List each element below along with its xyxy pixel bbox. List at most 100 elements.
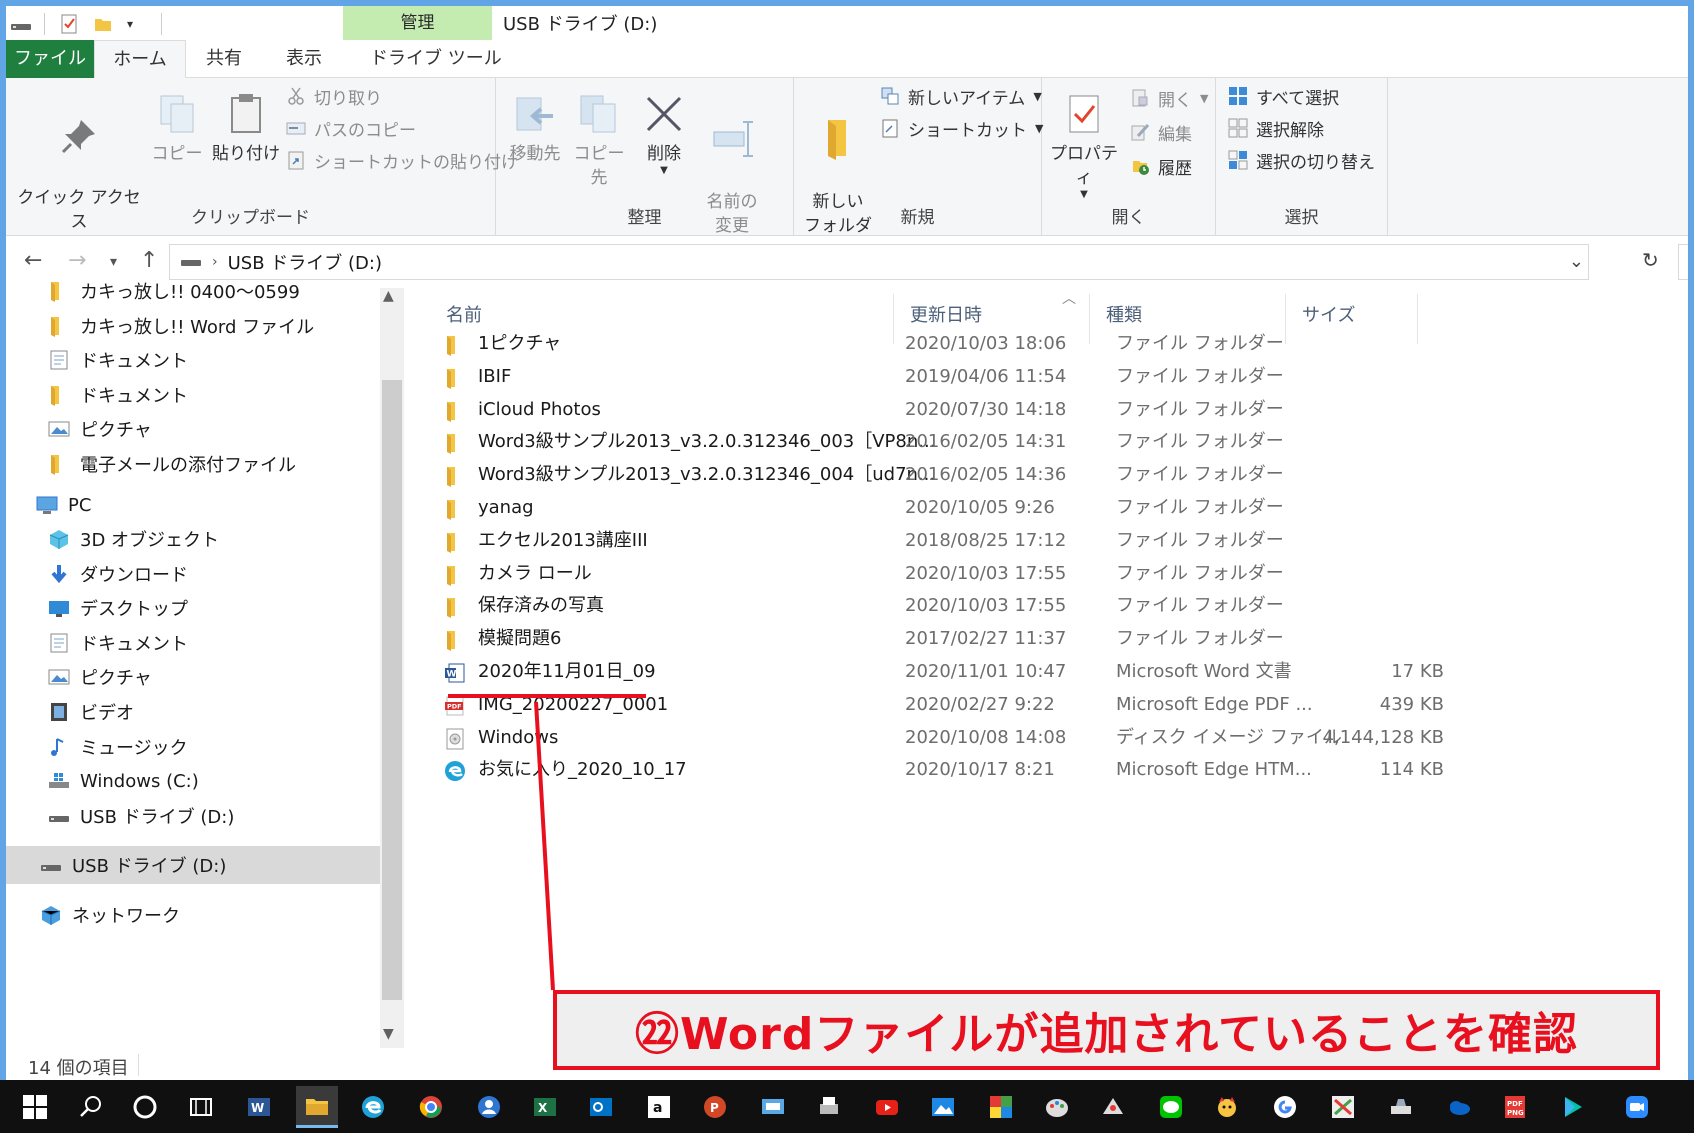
select-none-button[interactable]: 選択解除	[1228, 114, 1324, 142]
line-icon[interactable]	[1150, 1086, 1192, 1128]
file-name[interactable]: IBIF	[478, 361, 511, 393]
file-name[interactable]: 1ピクチャ	[478, 328, 561, 360]
drive-icon[interactable]	[10, 14, 31, 34]
file-name[interactable]: 保存済みの写真	[478, 590, 604, 622]
word-app-icon[interactable]: W	[238, 1086, 280, 1128]
file-name[interactable]: iCloud Photos	[478, 394, 601, 426]
search-box[interactable]	[1678, 244, 1688, 280]
people-icon[interactable]	[468, 1086, 510, 1128]
file-name[interactable]: Windows	[478, 722, 558, 754]
recent-locations-chevron-icon[interactable]: ▾	[110, 254, 117, 270]
snipping-icon[interactable]	[1092, 1086, 1134, 1128]
file-row[interactable]: Word3級サンプル2013_v3.2.0.312346_003［VP8n...…	[404, 426, 1444, 458]
address-field[interactable]: › USB ドライブ (D:) ⌄	[169, 244, 1589, 280]
tab-drive-tools[interactable]: ドライブ ツール	[356, 40, 516, 78]
invert-selection-button[interactable]: 選択の切り替え	[1228, 146, 1375, 174]
file-row[interactable]: 保存済みの写真 2020/10/03 17:55 ファイル フォルダー	[404, 590, 1444, 622]
copy-to-button[interactable]: コピー先	[566, 92, 632, 190]
copy-button[interactable]: コピー	[144, 92, 210, 166]
file-row[interactable]: IBIF 2019/04/06 11:54 ファイル フォルダー	[404, 361, 1444, 393]
file-explorer-icon[interactable]	[296, 1086, 338, 1128]
chrome-icon[interactable]	[410, 1086, 452, 1128]
nav-item[interactable]: カキっ放し!! Word ファイル	[48, 311, 314, 341]
google-icon[interactable]	[1264, 1086, 1306, 1128]
nav-item[interactable]: ミュージック	[48, 732, 188, 762]
file-row[interactable]: Word3級サンプル2013_v3.2.0.312346_004［ud7n...…	[404, 459, 1444, 491]
new-folder-icon[interactable]	[93, 14, 113, 34]
file-row[interactable]: エクセル2013講座III 2018/08/25 17:12 ファイル フォルダー	[404, 525, 1444, 557]
nav-item[interactable]: カキっ放し!! 0400～0599	[48, 276, 300, 306]
onedrive-icon[interactable]	[1438, 1086, 1480, 1128]
file-row[interactable]: カメラ ロール 2020/10/03 17:55 ファイル フォルダー	[404, 558, 1444, 590]
shortcut-button[interactable]: ショートカット ▼	[880, 114, 1043, 142]
outlook-icon[interactable]	[580, 1086, 622, 1128]
edge-app-icon[interactable]	[352, 1086, 394, 1128]
file-name[interactable]: 模擬問題6	[478, 623, 561, 655]
paint-palette-icon[interactable]	[1036, 1086, 1078, 1128]
up-arrow-icon[interactable]: ↑	[140, 248, 158, 273]
nav-item[interactable]: デスクトップ	[48, 593, 188, 623]
file-name[interactable]: Word3級サンプル2013_v3.2.0.312346_003［VP8n...	[478, 426, 935, 458]
file-name[interactable]: 2020年11月01日_09	[478, 656, 656, 688]
photos-icon[interactable]	[922, 1086, 964, 1128]
paste-shortcut-button[interactable]: ショートカットの貼り付け	[286, 146, 518, 174]
file-row[interactable]: iCloud Photos 2020/07/30 14:18 ファイル フォルダー	[404, 394, 1444, 426]
nav-item-network[interactable]: ネットワーク	[40, 900, 180, 930]
edit-button[interactable]: 編集	[1130, 118, 1192, 146]
powerpoint-icon[interactable]: P	[694, 1086, 736, 1128]
nav-item[interactable]: 電子メールの添付ファイル	[48, 449, 296, 479]
copy-path-button[interactable]: パスのコピー	[286, 114, 416, 142]
play-store-icon[interactable]	[1552, 1086, 1594, 1128]
file-row[interactable]: W 2020年11月01日_09 2020/11/01 10:47 Microsoft…	[404, 656, 1444, 688]
file-name[interactable]: Word3級サンプル2013_v3.2.0.312346_004［ud7n...	[478, 459, 935, 491]
nav-item[interactable]: ドキュメント	[48, 628, 188, 658]
cat-app-icon[interactable]	[1206, 1086, 1248, 1128]
nav-item-usb-selected[interactable]: USB ドライブ (D:)	[6, 846, 386, 884]
file-name[interactable]: yanag	[478, 492, 534, 524]
chevron-down-icon[interactable]: ▾	[127, 14, 147, 34]
file-row[interactable]: Windows 2020/10/08 14:08 ディスク イメージ ファイル 4,1…	[404, 722, 1444, 754]
scroll-down-icon[interactable]: ▼	[383, 1026, 394, 1042]
nav-item[interactable]: 3D オブジェクト	[48, 524, 219, 554]
nav-item[interactable]: ドキュメント	[48, 345, 188, 375]
properties-button[interactable]: プロパティ ▼	[1044, 92, 1124, 200]
back-arrow-icon[interactable]: ←	[24, 248, 42, 273]
refresh-icon[interactable]: ↻	[1642, 248, 1659, 272]
paint-app-icon[interactable]	[980, 1086, 1022, 1128]
excel-icon[interactable]: X	[524, 1086, 566, 1128]
nav-item[interactable]: Windows (C:)	[48, 766, 199, 796]
remote-desktop-icon[interactable]	[752, 1086, 794, 1128]
properties-check-icon[interactable]	[59, 14, 79, 34]
zoom-icon[interactable]	[1616, 1086, 1658, 1128]
scanner-icon[interactable]	[1380, 1086, 1422, 1128]
tab-home[interactable]: ホーム	[94, 40, 186, 79]
search-icon[interactable]	[70, 1086, 112, 1128]
pdf-png-icon[interactable]: PDF PNG	[1494, 1086, 1536, 1128]
amazon-icon[interactable]: a	[638, 1086, 680, 1128]
nav-item[interactable]: ドキュメント	[48, 380, 188, 410]
file-name[interactable]: エクセル2013講座III	[478, 525, 648, 557]
nav-item[interactable]: ピクチャ	[48, 662, 152, 692]
open-button[interactable]: 開く ▼	[1130, 84, 1208, 112]
tab-manage[interactable]: 管理	[343, 6, 492, 40]
select-all-button[interactable]: すべて選択	[1228, 82, 1339, 110]
file-name[interactable]: お気に入り_2020_10_17	[478, 754, 687, 786]
tab-share[interactable]: 共有	[192, 40, 256, 78]
forward-arrow-icon[interactable]: →	[68, 248, 86, 273]
nav-item[interactable]: USB ドライブ (D:)	[48, 801, 234, 831]
file-row[interactable]: 1ピクチャ 2020/10/03 18:06 ファイル フォルダー	[404, 328, 1444, 360]
nav-item[interactable]: ビデオ	[48, 697, 134, 727]
delete-button[interactable]: 削除 ▼	[636, 92, 692, 176]
start-windows-icon[interactable]	[14, 1086, 56, 1128]
file-row[interactable]: お気に入り_2020_10_17 2020/10/17 8:21 Microsoft…	[404, 754, 1444, 786]
address-path[interactable]: USB ドライブ (D:)	[228, 249, 382, 275]
nav-item[interactable]: ダウンロード	[48, 559, 188, 589]
scroll-up-icon[interactable]: ▲	[383, 288, 394, 304]
tab-view[interactable]: 表示	[272, 40, 336, 78]
file-row[interactable]: 模擬問題6 2017/02/27 11:37 ファイル フォルダー	[404, 623, 1444, 655]
task-view-icon[interactable]	[180, 1086, 222, 1128]
new-item-button[interactable]: 新しいアイテム ▼	[880, 82, 1042, 110]
paste-button[interactable]: 貼り付け	[206, 92, 286, 166]
pin-quick-access-button[interactable]: クイック アクセス にピン留めする	[14, 92, 144, 258]
move-to-button[interactable]: 移動先	[504, 92, 566, 166]
